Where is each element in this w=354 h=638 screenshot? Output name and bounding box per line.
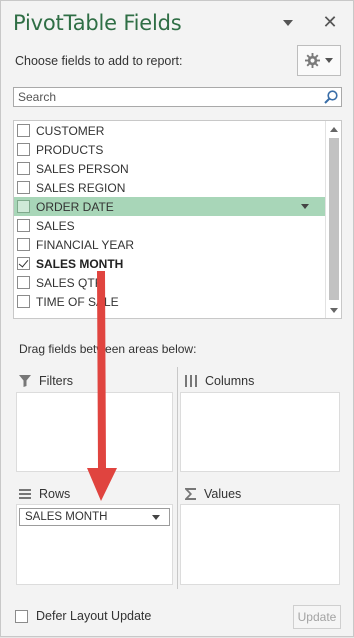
filters-label: Filters [39, 374, 74, 388]
field-item-sales-region[interactable]: SALES REGION [14, 178, 325, 197]
rows-icon [19, 489, 31, 499]
field-item-sales-person[interactable]: SALES PERSON [14, 159, 325, 178]
scroll-up-icon[interactable] [326, 121, 341, 137]
field-label: PRODUCTS [36, 142, 104, 157]
field-label: ORDER DATE [36, 199, 114, 214]
field-checkbox[interactable] [17, 238, 30, 251]
field-item-customer[interactable]: CUSTOMER [14, 121, 325, 140]
filters-drop-area[interactable] [16, 392, 173, 472]
chevron-down-icon[interactable] [152, 515, 160, 520]
field-checkbox[interactable] [17, 200, 30, 213]
columns-label: Columns [205, 374, 255, 388]
defer-layout-update[interactable]: Defer Layout Update [15, 609, 151, 623]
field-checkbox[interactable] [17, 181, 30, 194]
field-label: FINANCIAL YEAR [36, 237, 135, 252]
close-icon[interactable]: ✕ [321, 13, 339, 31]
values-drop-area[interactable] [180, 504, 340, 585]
pivottable-fields-pane: PivotTable Fields ✕ Choose fields to add… [0, 0, 354, 637]
field-label: SALES MONTH [36, 256, 124, 271]
rows-label: Rows [39, 487, 71, 501]
rows-field-sales-month[interactable]: SALES MONTH [19, 508, 170, 526]
columns-drop-area[interactable] [180, 392, 340, 472]
field-item-sales-month[interactable]: SALES MONTH [14, 254, 325, 273]
values-label: Values [204, 487, 242, 501]
field-checkbox-checked[interactable] [17, 257, 30, 270]
field-label: SALES REGION [36, 180, 126, 195]
columns-icon [185, 375, 197, 387]
defer-label: Defer Layout Update [36, 609, 152, 623]
search-icon[interactable] [323, 89, 339, 105]
field-checkbox[interactable] [17, 219, 30, 232]
gear-icon [305, 53, 320, 68]
rows-area-header: Rows [19, 484, 70, 504]
defer-checkbox[interactable] [15, 609, 28, 623]
field-label: SALES [36, 218, 75, 233]
rows-field-label: SALES MONTH [25, 511, 108, 523]
task-pane-options-icon[interactable] [282, 17, 294, 29]
field-list-scrollbar[interactable] [325, 121, 341, 318]
update-button[interactable]: Update [293, 605, 341, 629]
choose-fields-label: Choose fields to add to report: [15, 54, 183, 68]
field-checkbox[interactable] [17, 295, 30, 308]
pane-title: PivotTable Fields [13, 11, 182, 35]
values-area-header: Values [185, 484, 241, 504]
field-checkbox[interactable] [17, 143, 30, 156]
field-checkbox[interactable] [17, 162, 30, 175]
scrollbar-thumb[interactable] [329, 138, 339, 300]
field-item-sales-qtr[interactable]: SALES QTR [14, 273, 325, 292]
field-label: TIME OF SALE [36, 294, 119, 309]
field-label: CUSTOMER [36, 123, 105, 138]
field-label: SALES QTR [36, 275, 104, 290]
field-item-sales[interactable]: SALES [14, 216, 325, 235]
field-checkbox[interactable] [17, 124, 30, 137]
area-divider [177, 367, 178, 589]
filter-icon [19, 375, 31, 387]
chevron-down-icon [325, 58, 333, 63]
columns-area-header: Columns [185, 371, 254, 391]
field-item-time-of-sale[interactable]: TIME OF SALE [14, 292, 325, 311]
filters-area-header: Filters [19, 371, 73, 391]
field-item-products[interactable]: PRODUCTS [14, 140, 325, 159]
field-dropdown-icon[interactable] [301, 204, 309, 209]
field-item-order-date[interactable]: ORDER DATE [14, 197, 325, 216]
tools-gear-button[interactable] [297, 45, 341, 76]
field-label: SALES PERSON [36, 161, 129, 176]
sigma-icon [185, 488, 196, 500]
drag-fields-hint: Drag fields between areas below: [19, 342, 197, 356]
field-checkbox[interactable] [17, 276, 30, 289]
field-list[interactable]: CUSTOMER PRODUCTS SALES PERSON SALES REG… [13, 120, 342, 319]
field-item-financial-year[interactable]: FINANCIAL YEAR [14, 235, 325, 254]
scroll-down-icon[interactable] [326, 302, 341, 318]
search-input[interactable]: Search [13, 87, 342, 107]
